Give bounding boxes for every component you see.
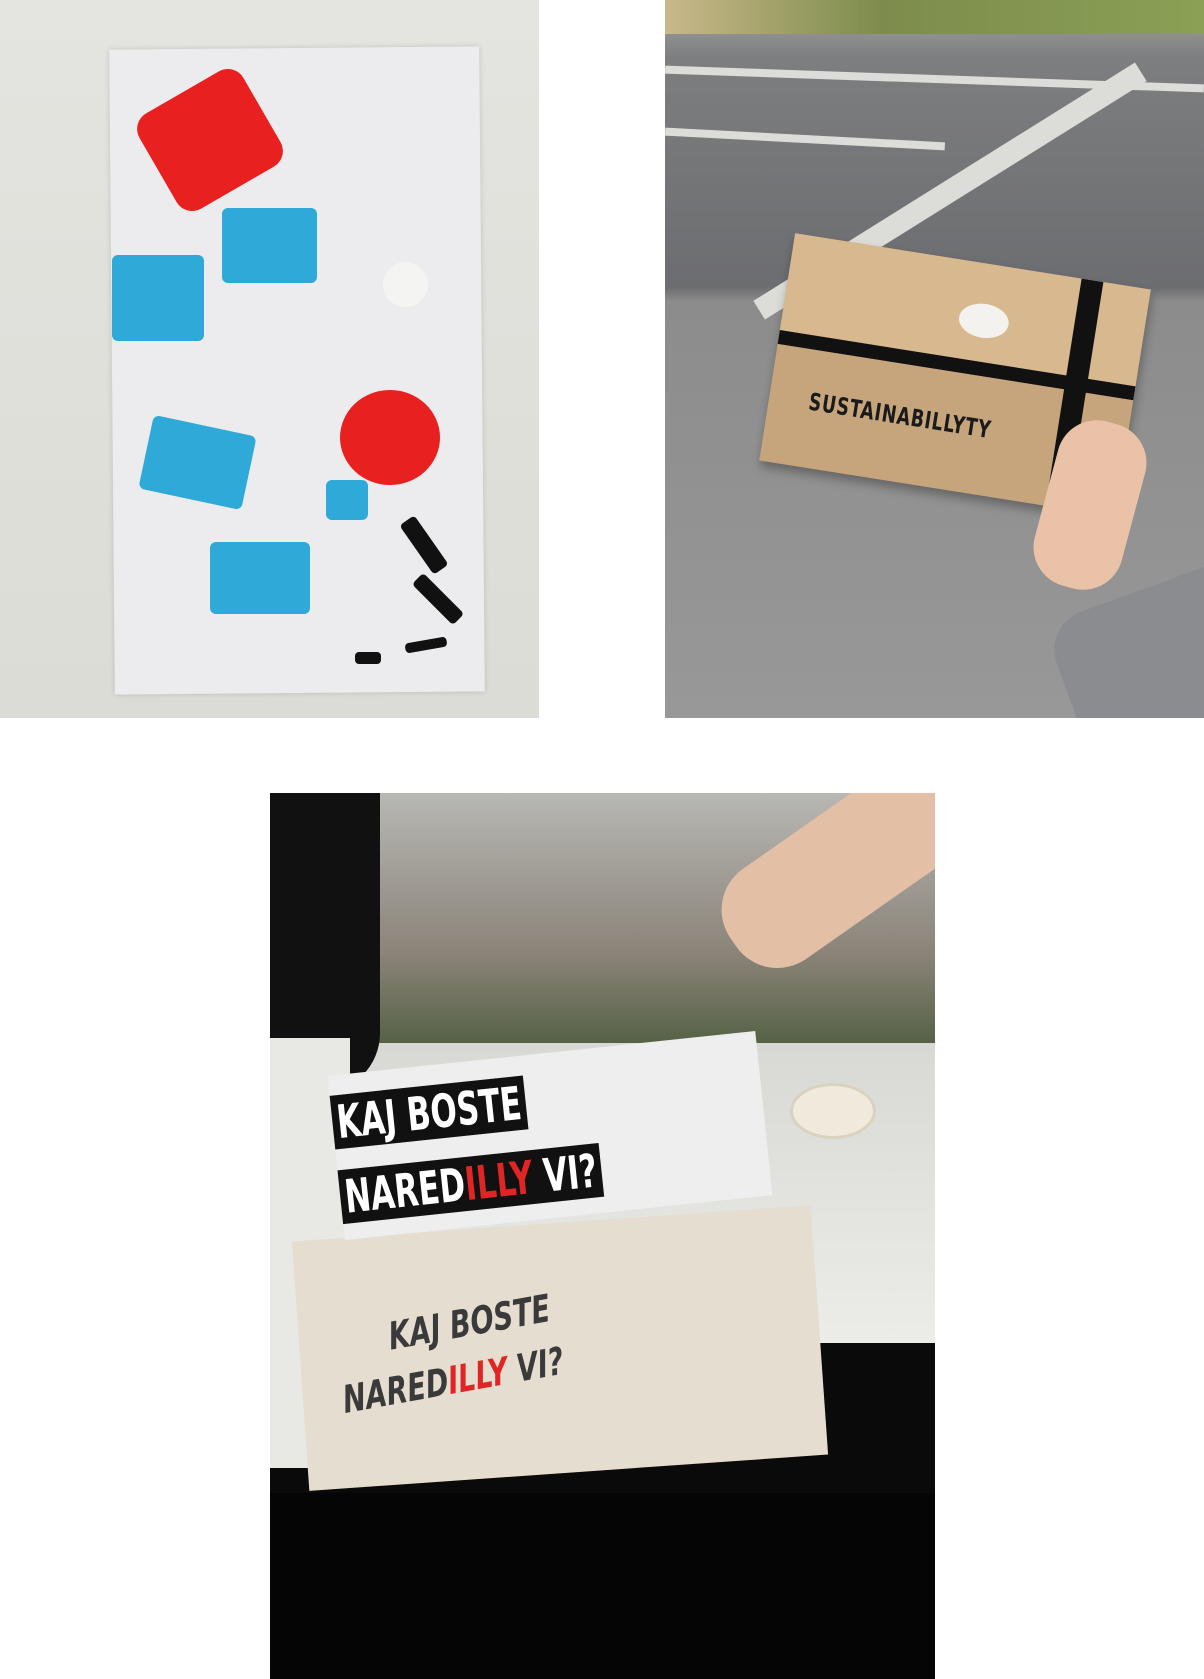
stencil-line-2: NAREDILLY VI? (337, 1142, 605, 1225)
sponge (112, 255, 204, 341)
black-stencil-mark (355, 652, 381, 664)
sponge (210, 542, 310, 614)
white-paint-blob (383, 262, 428, 307)
red-paint-blob (340, 390, 440, 485)
sponge (326, 480, 368, 520)
sponge (222, 208, 317, 283)
dark-foreground (270, 1493, 935, 1679)
tote-bag: KAJ BOSTE NAREDILLY VI? (291, 1205, 829, 1491)
masking-tape-roll (790, 1083, 876, 1139)
photo-gift-box: SUSTAINABILLYTY (665, 0, 1204, 718)
road-marking (665, 127, 946, 151)
bag-print-line-2: NAREDILLY VI? (340, 1338, 567, 1423)
roadside-grass (665, 0, 1204, 34)
box-print-text: SUSTAINABILLYTY (806, 387, 994, 445)
photo-tote-bag-stencil: KAJ BOSTE NAREDILLY VI? KAJ BOSTE NAREDI… (270, 793, 935, 1679)
photo-stencil-sheet (0, 0, 539, 718)
stencil-line-1: KAJ BOSTE (329, 1075, 529, 1150)
